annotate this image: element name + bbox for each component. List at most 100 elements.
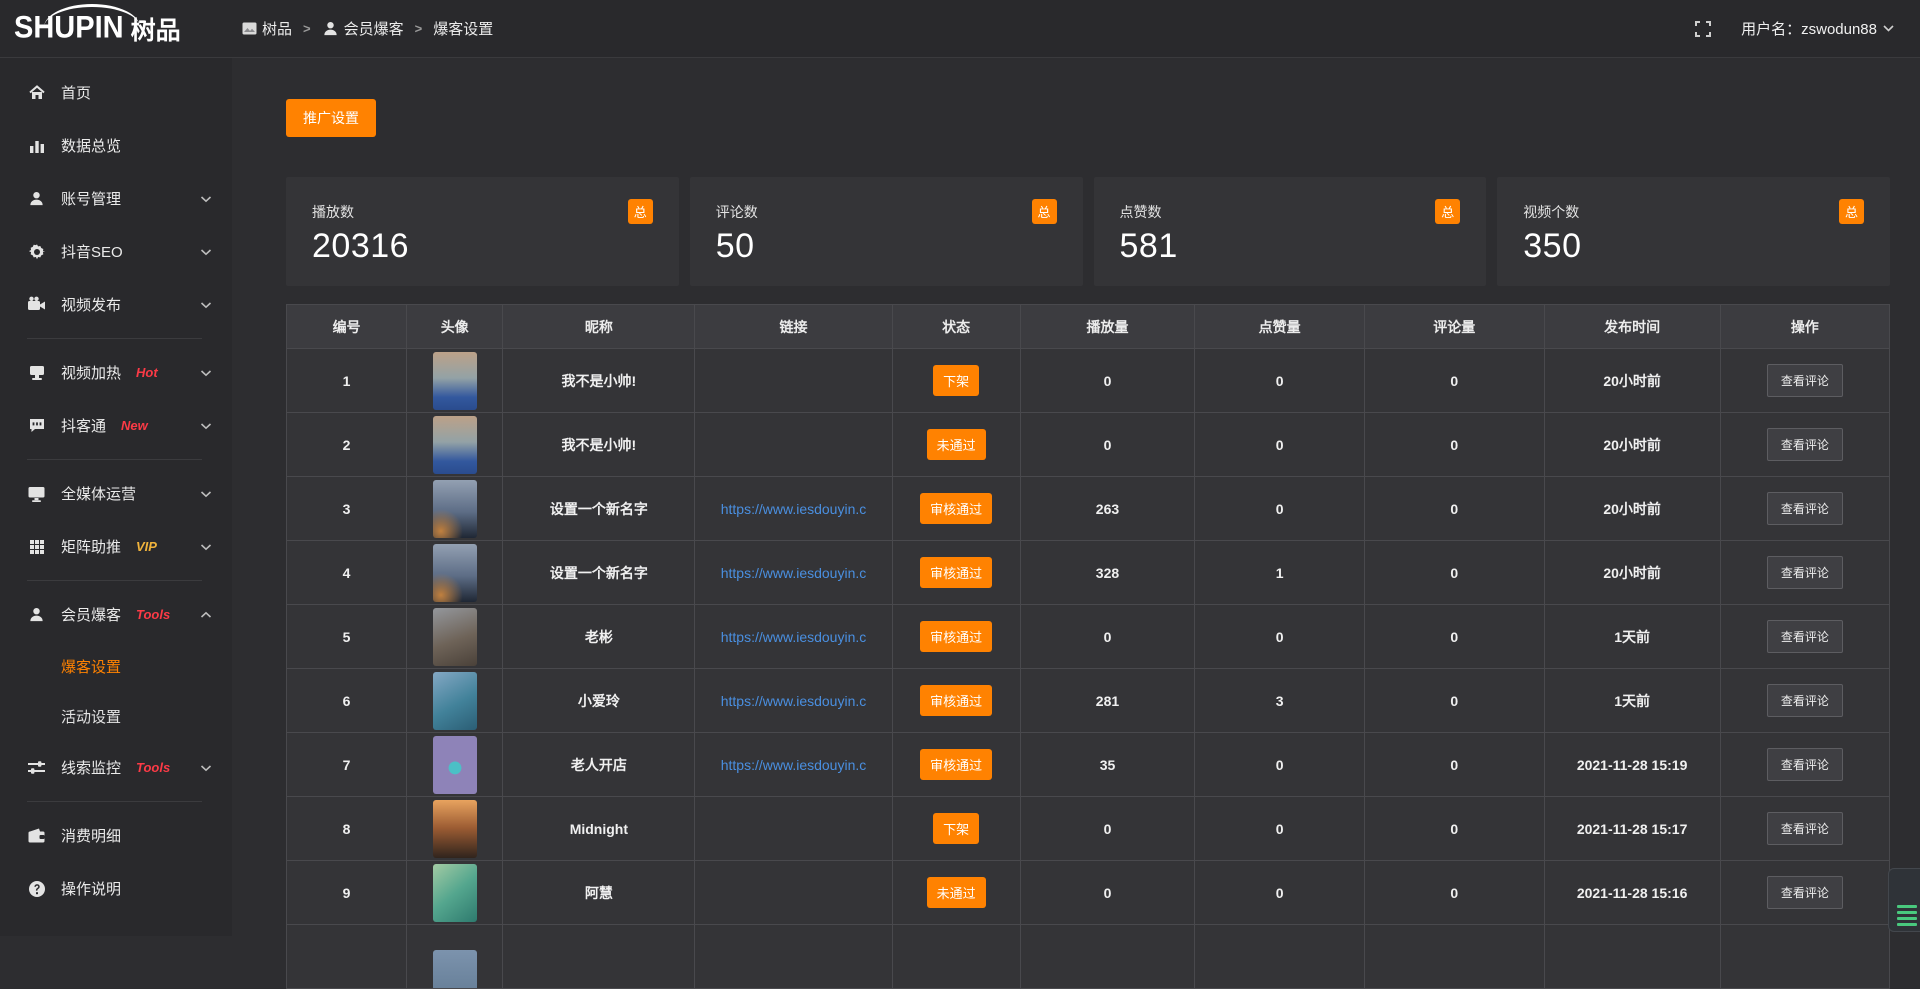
status-badge: 审核通过 <box>920 621 992 652</box>
video-link[interactable]: https://www.iesdouyin.c <box>721 501 867 517</box>
chat-icon <box>27 416 46 435</box>
stat-card-播放数: 播放数总20316 <box>286 177 679 286</box>
sidebar-item-label: 线索监控 <box>61 757 121 778</box>
cell-nickname: 老人开店 <box>503 733 695 796</box>
sidebar-item-线索监控[interactable]: 线索监控Tools <box>0 741 232 794</box>
cell-comments: 0 <box>1365 861 1544 924</box>
breadcrumb-item[interactable]: 爆客设置 <box>433 18 493 39</box>
breadcrumb-item[interactable]: 树品 <box>242 18 292 39</box>
cell-status: 审核通过 <box>893 477 1021 540</box>
cell-likes: 0 <box>1195 477 1365 540</box>
table-header-昵称: 昵称 <box>503 305 695 348</box>
sidebar-item-label: 首页 <box>61 82 91 103</box>
stat-card-label: 播放数 <box>312 202 354 222</box>
view-comments-button[interactable]: 查看评论 <box>1767 620 1843 653</box>
sidebar-item-账号管理[interactable]: 账号管理 <box>0 172 232 225</box>
cell-id: 7 <box>287 733 407 796</box>
table-row: 8Midnight下架0002021-11-28 15:17查看评论 <box>287 797 1889 861</box>
status-badge: 未通过 <box>927 429 986 460</box>
cell-nickname: 我不是小帅! <box>503 413 695 476</box>
view-comments-button[interactable]: 查看评论 <box>1767 812 1843 845</box>
breadcrumb-label: 爆客设置 <box>433 18 493 39</box>
sidebar-item-会员爆客[interactable]: 会员爆客Tools <box>0 588 232 641</box>
sidebar-item-label: 会员爆客 <box>61 604 121 625</box>
view-comments-button[interactable]: 查看评论 <box>1767 428 1843 461</box>
stat-cards: 播放数总20316评论数总50点赞数总581视频个数总350 <box>286 177 1890 286</box>
cell-likes: 0 <box>1195 861 1365 924</box>
cell-id: 5 <box>287 605 407 668</box>
view-comments-button[interactable]: 查看评论 <box>1767 364 1843 397</box>
cell-nickname: 设置一个新名字 <box>503 477 695 540</box>
view-comments-button[interactable]: 查看评论 <box>1767 876 1843 909</box>
avatar <box>433 864 477 922</box>
view-comments-button[interactable]: 查看评论 <box>1767 492 1843 525</box>
cell-likes: 0 <box>1195 605 1365 668</box>
album-icon <box>242 22 257 35</box>
video-link[interactable]: https://www.iesdouyin.c <box>721 629 867 645</box>
cell-plays: 281 <box>1021 669 1196 732</box>
avatar <box>433 672 477 730</box>
sidebar-divider <box>27 801 202 802</box>
sidebar-item-视频发布[interactable]: 视频发布 <box>0 278 232 331</box>
cell-likes: 3 <box>1195 669 1365 732</box>
sidebar-subitem-爆客设置[interactable]: 爆客设置 <box>0 641 232 691</box>
member-icon <box>27 605 46 624</box>
video-link[interactable]: https://www.iesdouyin.c <box>721 693 867 709</box>
cell-link: https://www.iesdouyin.c <box>695 477 892 540</box>
cell-comments: 0 <box>1365 477 1544 540</box>
cell-actions: 查看评论 <box>1721 733 1889 796</box>
sidebar-item-操作说明[interactable]: 操作说明 <box>0 862 232 915</box>
sidebar-subitem-活动设置[interactable]: 活动设置 <box>0 691 232 741</box>
cell-id: 2 <box>287 413 407 476</box>
sidebar-item-首页[interactable]: 首页 <box>0 66 232 119</box>
view-comments-button[interactable]: 查看评论 <box>1767 748 1843 781</box>
cell-nickname: 我不是小帅! <box>503 349 695 412</box>
table-header-编号: 编号 <box>287 305 407 348</box>
floating-helper-widget[interactable] <box>1888 868 1920 932</box>
cell-nickname: 阿慧 <box>503 861 695 924</box>
avatar <box>433 950 477 989</box>
cell-likes: 0 <box>1195 413 1365 476</box>
sidebar-divider <box>27 580 202 581</box>
wallet-icon <box>27 826 46 845</box>
cell-plays: 328 <box>1021 541 1196 604</box>
cell-plays: 0 <box>1021 605 1196 668</box>
sidebar-item-全媒体运营[interactable]: 全媒体运营 <box>0 467 232 520</box>
promo-settings-button[interactable]: 推广设置 <box>286 99 376 137</box>
cell-avatar <box>407 733 503 796</box>
sidebar-item-矩阵助推[interactable]: 矩阵助推VIP <box>0 520 232 573</box>
cell-link: https://www.iesdouyin.c <box>695 541 892 604</box>
breadcrumb-item[interactable]: 会员爆客 <box>322 18 404 39</box>
stat-card-点赞数: 点赞数总581 <box>1094 177 1487 286</box>
sidebar-item-数据总览[interactable]: 数据总览 <box>0 119 232 172</box>
sidebar-item-消费明细[interactable]: 消费明细 <box>0 809 232 862</box>
chart-icon <box>27 136 46 155</box>
cell-actions: 查看评论 <box>1721 605 1889 668</box>
view-comments-button[interactable]: 查看评论 <box>1767 556 1843 589</box>
cell-status: 审核通过 <box>893 733 1021 796</box>
cell-actions: 查看评论 <box>1721 413 1889 476</box>
status-badge: 审核通过 <box>920 493 992 524</box>
sidebar-item-视频加热[interactable]: 视频加热Hot <box>0 346 232 399</box>
fullscreen-icon[interactable] <box>1695 21 1711 37</box>
sidebar-item-label: 消费明细 <box>61 825 121 846</box>
video-link[interactable]: https://www.iesdouyin.c <box>721 565 867 581</box>
cell-comments: 0 <box>1365 349 1544 412</box>
cell-id: 6 <box>287 669 407 732</box>
table-row: 2我不是小帅!未通过00020小时前查看评论 <box>287 413 1889 477</box>
table-row: 1我不是小帅!下架00020小时前查看评论 <box>287 349 1889 413</box>
user-menu[interactable]: 用户名：zswodun88 <box>1741 18 1894 39</box>
logo-text-en: SHUPIN <box>14 11 124 47</box>
avatar <box>433 736 477 794</box>
cell-avatar <box>407 349 503 412</box>
chevron-down-icon <box>1883 25 1894 32</box>
cell-comments: 0 <box>1365 733 1544 796</box>
sidebar-item-抖客通[interactable]: 抖客通New <box>0 399 232 452</box>
total-badge: 总 <box>1839 199 1864 224</box>
sidebar-item-抖音SEO[interactable]: 抖音SEO <box>0 225 232 278</box>
stat-card-value: 581 <box>1120 227 1461 266</box>
view-comments-button[interactable]: 查看评论 <box>1767 684 1843 717</box>
video-link[interactable]: https://www.iesdouyin.c <box>721 757 867 773</box>
sidebar-item-label: 抖音SEO <box>61 241 123 262</box>
cell-id: 1 <box>287 349 407 412</box>
